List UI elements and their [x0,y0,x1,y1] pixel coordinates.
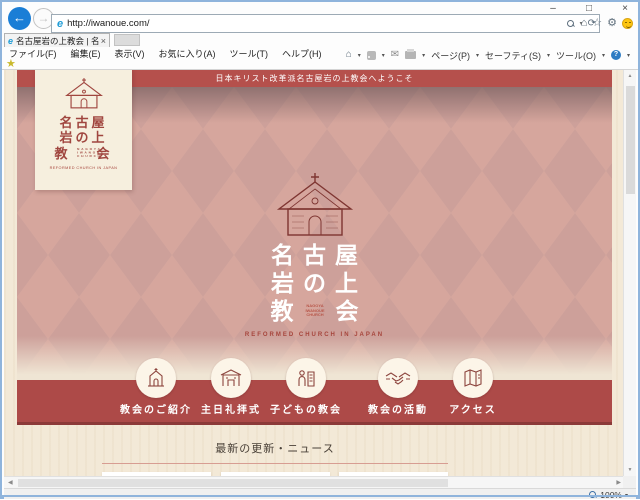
news-section: 最新の更新・ニュース [102,425,448,476]
logo-text-row1: 名古屋 [230,241,400,269]
navigation-bar: ← → e http://iwanoue.com/ ▾ ⟳ ⌂ ☆ ⚙ [2,4,638,33]
status-bar: 100% ▾ [4,488,636,499]
ie-page-icon: e [57,18,63,30]
home-small-icon[interactable]: ⌂ [346,47,352,63]
church-illustration-small-icon [61,76,107,110]
logo-text-row3: 教 NAGOYA IWANOUE CHURCH 会 [230,297,400,325]
card-mini-caps: NAGOYA IWANOUE CHURCH [77,148,91,158]
favorites-star-icon[interactable]: ☆ [592,15,602,31]
menu-tools[interactable]: ツール(T) [223,47,276,62]
site-logo-center: 名古屋 岩の上 教 NAGOYA IWANOUE CHURCH 会 REFORM… [230,172,400,338]
card-char-kyo: 教 [54,146,70,161]
vertical-scroll-thumb[interactable] [626,86,635,194]
news-heading: 最新の更新・ニュース [102,440,448,456]
window-bottom-border [2,495,638,497]
card-text-row1: 名古屋 [35,115,132,130]
search-icon[interactable] [567,20,575,28]
rss-feed-icon[interactable] [367,51,376,60]
tab-active[interactable]: e 名古屋岩の上教会 | 名古屋... × [4,33,110,47]
menu-favorites[interactable]: お気に入り(A) [152,47,223,62]
settings-gear-icon[interactable]: ⚙ [607,15,617,31]
help-icon[interactable]: ? [611,50,621,60]
tab-favicon: e [8,36,13,46]
vertical-scrollbar[interactable]: ▲ ▼ [623,70,636,476]
horizontal-scroll-thumb[interactable] [18,479,448,487]
print-icon[interactable] [405,51,416,59]
scroll-right-icon[interactable]: ▶ [616,479,621,486]
home-dropdown-icon[interactable]: ▾ [358,52,361,59]
logo-mini-caps: NAGOYA IWANOUE CHURCH [303,304,327,317]
logo-text-row2: 岩の上 [230,269,400,297]
mail-icon[interactable]: ✉ [391,50,399,60]
map-icon [453,358,493,398]
nav-label: 子どもの教会 [261,401,351,416]
page-content: 日本キリスト改革派名古屋岩の上教会へようこそ [17,70,612,476]
new-tab-button[interactable] [114,34,140,46]
scrollbar-corner [623,476,636,488]
nav-item-children-church[interactable]: 子どもの教会 [261,358,351,416]
tools-menu[interactable]: ツール(O) [556,49,596,62]
scroll-down-icon[interactable]: ▼ [624,467,636,473]
home-icon[interactable]: ⌂ [581,15,588,31]
tab-close-icon[interactable]: × [101,36,106,46]
feed-dropdown-icon[interactable]: ▾ [382,52,385,59]
tab-title: 名古屋岩の上教会 | 名古屋... [16,35,99,47]
feedback-smiley-icon[interactable] [622,18,633,29]
back-button[interactable]: ← [8,7,31,30]
card-text-row3: 教 NAGOYA IWANOUE CHURCH 会 [35,145,132,162]
card-subtitle: REFORMED CHURCH IN JAPAN [42,165,124,169]
horizontal-scrollbar[interactable]: ◀ ▶ [4,476,627,488]
command-bar: ⌂▾ ▾ ✉ ▾ ページ(P)▾ セーフティ(S)▾ ツール(O)▾ ?▾ [346,47,630,63]
scroll-left-icon[interactable]: ◀ [8,479,13,486]
scroll-up-icon[interactable]: ▲ [624,73,636,79]
card-text-row2: 岩の上 [35,130,132,145]
menu-edit[interactable]: 編集(E) [64,47,108,62]
browser-window: – □ × ← → e http://iwanoue.com/ ▾ ⟳ ⌂ ☆ … [0,0,640,499]
page-menu[interactable]: ページ(P) [431,49,470,62]
church-building-icon [136,358,176,398]
site-logo-card[interactable]: 名古屋 岩の上 教 NAGOYA IWANOUE CHURCH 会 REFORM… [35,70,132,190]
children-church-icon [286,358,326,398]
logo-char-kyo: 教 [271,297,294,325]
handshake-icon [378,358,418,398]
menu-help[interactable]: ヘルプ(H) [275,47,329,62]
menu-view[interactable]: 表示(V) [108,47,152,62]
url-text[interactable]: http://iwanoue.com/ [67,18,566,29]
tab-bar: e 名古屋岩の上教会 | 名古屋... × [2,33,638,47]
news-divider [102,463,448,464]
print-dropdown-icon[interactable]: ▾ [422,52,425,59]
logo-char-kai: 会 [336,297,359,325]
logo-subtitle: REFORMED CHURCH IN JAPAN [230,332,400,338]
page-viewport: 日本キリスト改革派名古屋岩の上教会へようこそ [4,70,627,476]
nav-item-access[interactable]: アクセス [428,358,518,416]
church-illustration-icon [267,172,363,236]
address-bar[interactable]: e http://iwanoue.com/ ▾ ⟳ [51,14,600,33]
worship-icon [211,358,251,398]
safety-menu[interactable]: セーフティ(S) [485,49,541,62]
nav-label: アクセス [428,401,518,416]
